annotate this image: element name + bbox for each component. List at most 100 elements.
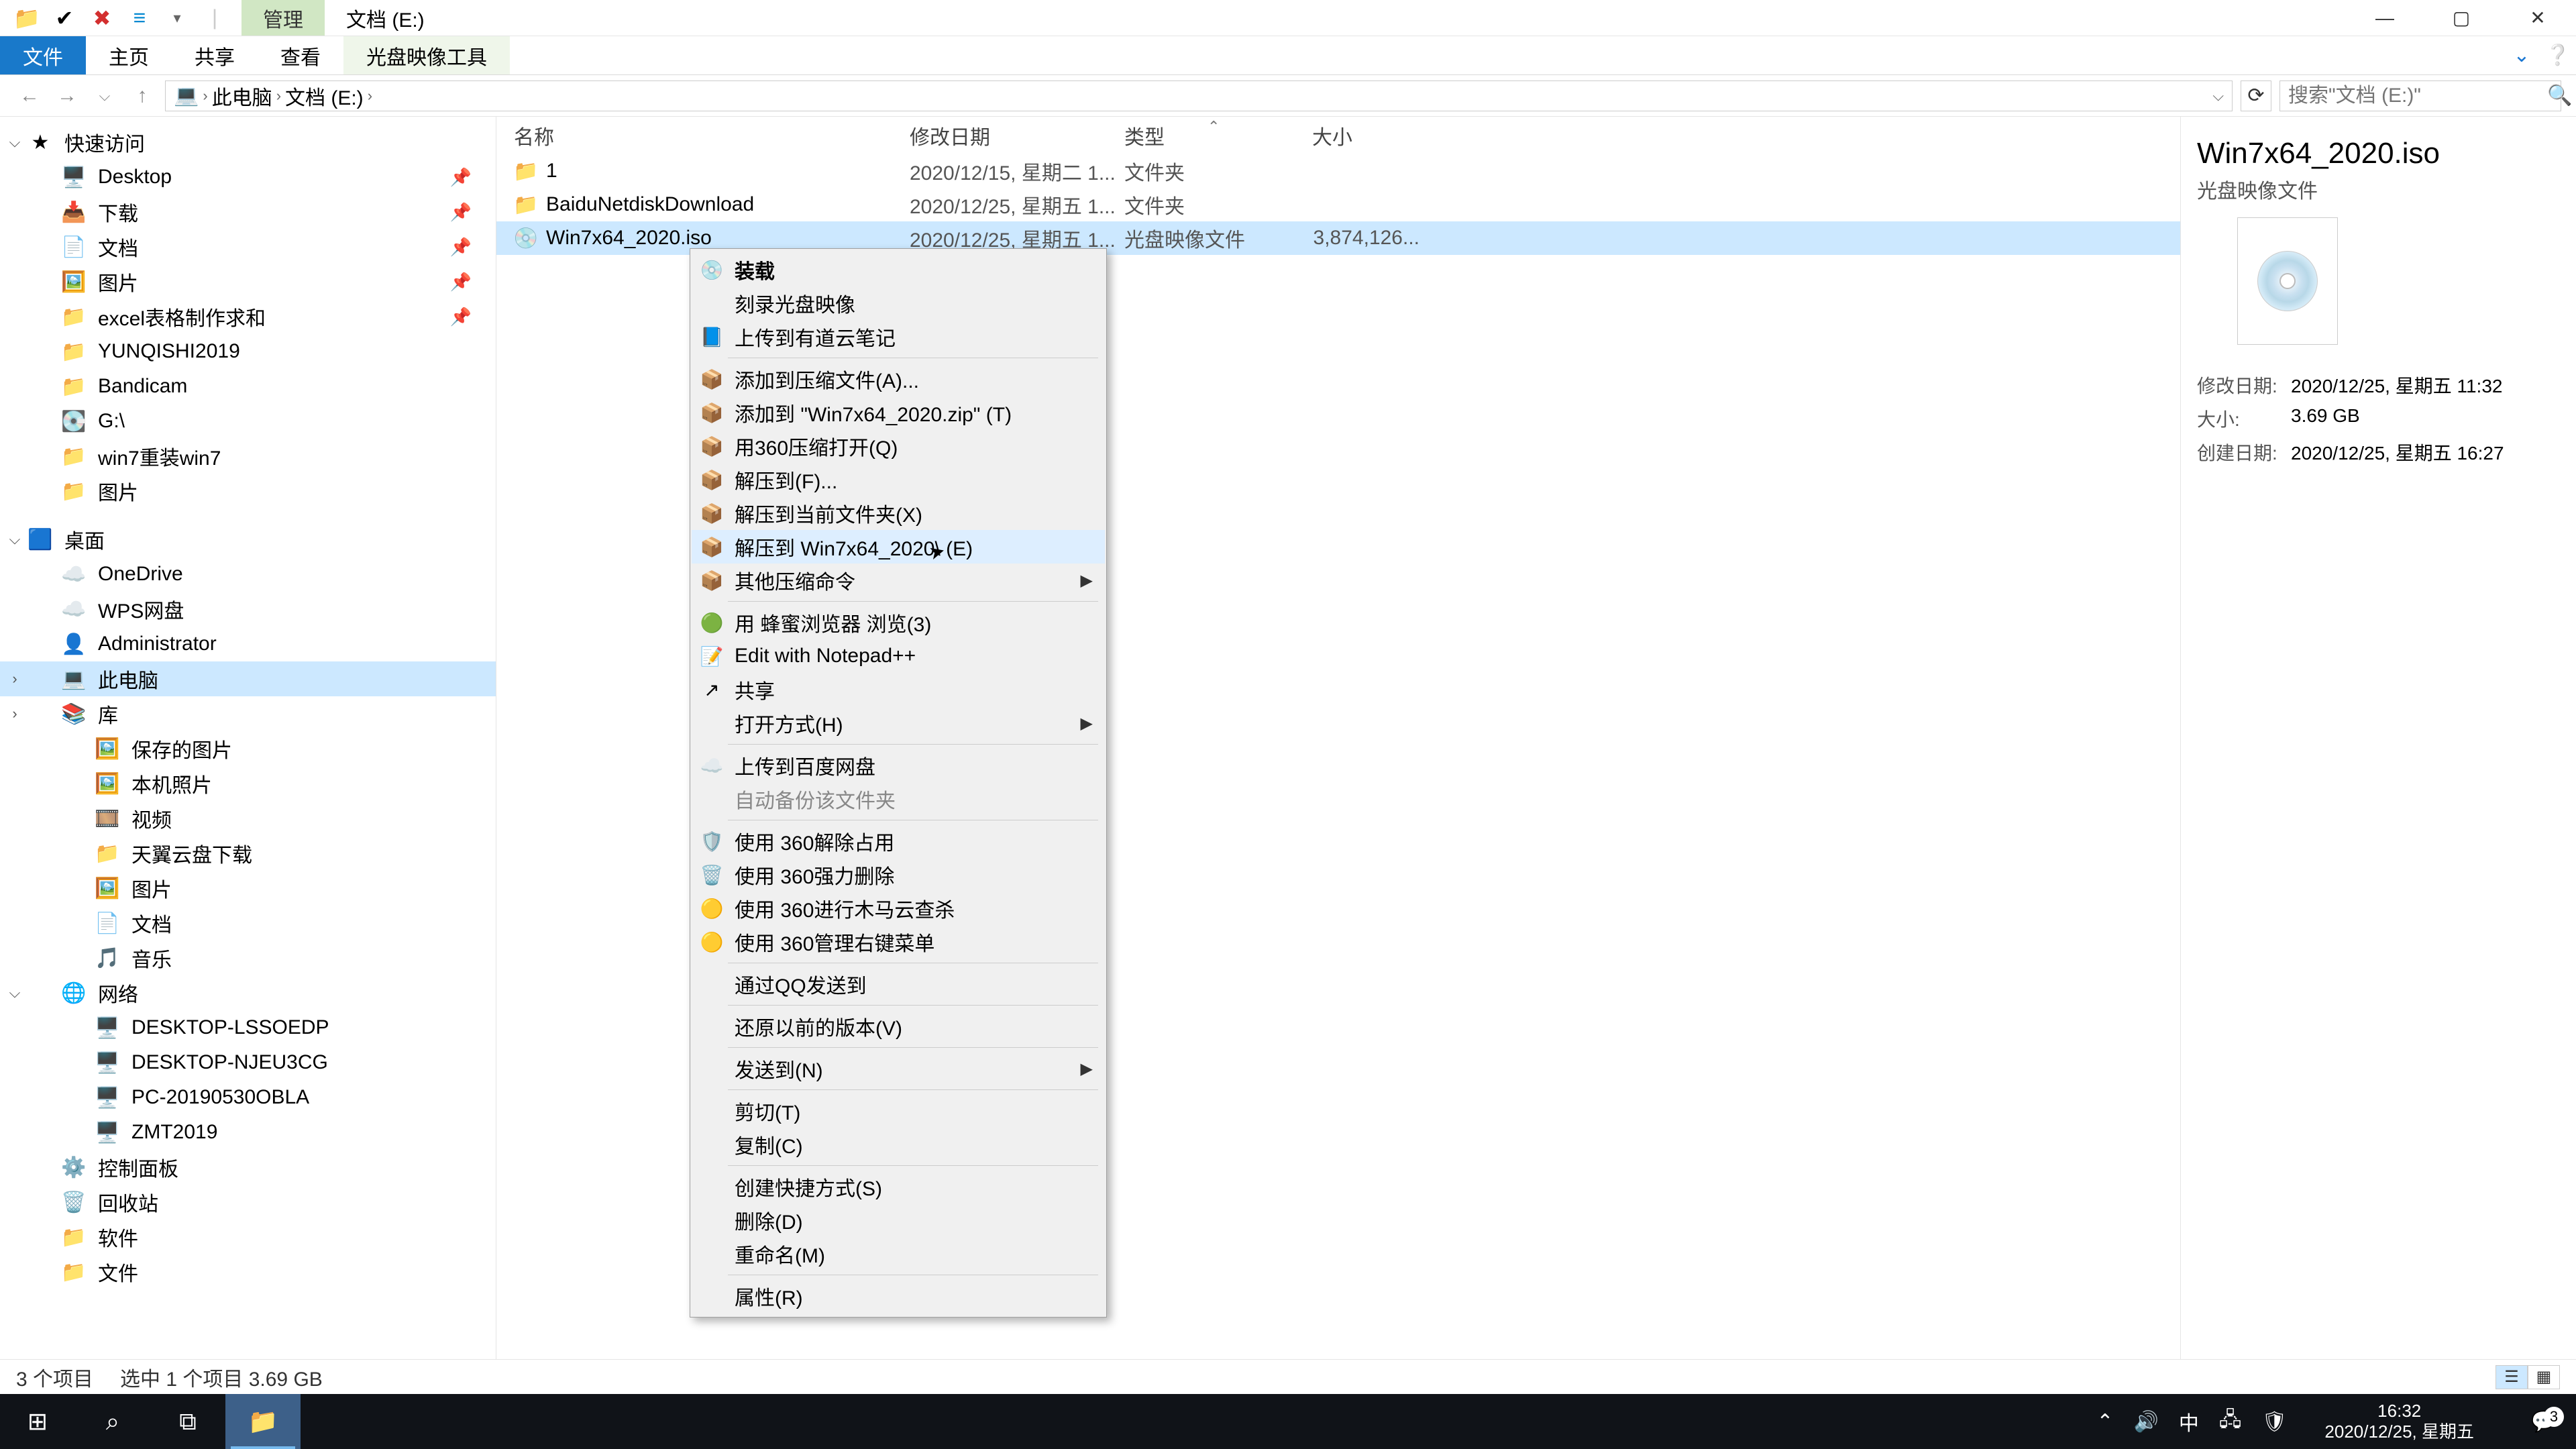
view-details-button[interactable]: ☰ <box>2496 1365 2528 1389</box>
nav-item[interactable]: ⌵★快速访问 <box>0 125 496 160</box>
context-menu-item[interactable]: 复制(C) <box>692 1128 1105 1161</box>
nav-item[interactable]: 📄文档📌 <box>0 229 496 264</box>
context-menu-item[interactable]: ☁️上传到百度网盘 <box>692 749 1105 782</box>
context-menu-item[interactable]: 📦解压到 Win7x64_2020\ (E) <box>692 530 1105 564</box>
nav-item[interactable]: 🖥️PC-20190530OBLA <box>0 1080 496 1115</box>
dropdown-icon[interactable]: ▾ <box>162 6 192 30</box>
context-menu-item[interactable]: 剪切(T) <box>692 1094 1105 1128</box>
tab-file[interactable]: 文件 <box>0 36 86 74</box>
up-button[interactable]: ↑ <box>127 81 157 111</box>
context-menu-item[interactable]: 📘上传到有道云笔记 <box>692 320 1105 354</box>
nav-item[interactable]: 🖥️DESKTOP-LSSOEDP <box>0 1010 496 1045</box>
nav-item[interactable]: 🖥️ZMT2019 <box>0 1115 496 1150</box>
nav-item[interactable]: 📁excel表格制作求和📌 <box>0 299 496 334</box>
nav-item[interactable]: 📁图片 <box>0 474 496 508</box>
nav-item[interactable]: 🖼️图片📌 <box>0 264 496 299</box>
nav-item[interactable]: 🖥️Desktop📌 <box>0 160 496 195</box>
breadcrumb-segment[interactable]: 文档 (E:) <box>285 81 364 111</box>
tab-home[interactable]: 主页 <box>86 36 172 74</box>
context-menu-item[interactable]: 通过QQ发送到 <box>692 967 1105 1001</box>
context-menu-item[interactable]: 📝Edit with Notepad++ <box>692 639 1105 673</box>
context-menu-item[interactable]: 重命名(M) <box>692 1237 1105 1271</box>
context-menu-item[interactable]: 还原以前的版本(V) <box>692 1010 1105 1043</box>
nav-item[interactable]: 🖥️DESKTOP-NJEU3CG <box>0 1045 496 1080</box>
expand-icon[interactable]: ⌵ <box>7 984 23 1002</box>
taskbar-search-button[interactable]: ⌕ <box>75 1394 150 1449</box>
notification-button[interactable]: 💬3 <box>2512 1410 2576 1434</box>
close-icon[interactable]: ✖ <box>87 6 117 30</box>
nav-item[interactable]: 🖼️保存的图片 <box>0 731 496 766</box>
nav-item[interactable]: ⌵🌐网络 <box>0 975 496 1010</box>
context-menu-item[interactable]: ↗共享 <box>692 673 1105 706</box>
context-menu-item[interactable]: 💿装载 <box>692 253 1105 286</box>
context-menu-item[interactable]: 删除(D) <box>692 1203 1105 1237</box>
chevron-right-icon[interactable]: › <box>203 87 207 105</box>
context-menu-item[interactable]: 📦添加到 "Win7x64_2020.zip" (T) <box>692 396 1105 429</box>
expand-icon[interactable]: › <box>7 670 23 688</box>
nav-item[interactable]: 🖼️本机照片 <box>0 766 496 801</box>
chevron-right-icon[interactable]: › <box>368 87 372 105</box>
forward-button[interactable]: → <box>52 81 82 111</box>
nav-item[interactable]: 💽G:\ <box>0 404 496 439</box>
nav-item[interactable]: 📥下载📌 <box>0 195 496 229</box>
tab-share[interactable]: 共享 <box>172 36 258 74</box>
nav-item[interactable]: 📁Bandicam <box>0 369 496 404</box>
volume-icon[interactable]: 🔊 <box>2134 1410 2159 1434</box>
context-menu-item[interactable]: 📦添加到压缩文件(A)... <box>692 362 1105 396</box>
context-menu-item[interactable]: 🛡️使用 360解除占用 <box>692 824 1105 858</box>
nav-item[interactable]: 📁天翼云盘下载 <box>0 836 496 871</box>
close-button[interactable]: ✕ <box>2500 0 2576 36</box>
minimize-button[interactable]: — <box>2347 0 2423 36</box>
expand-icon[interactable]: ⌵ <box>7 133 23 151</box>
nav-item[interactable]: 🎵音乐 <box>0 941 496 975</box>
nav-item[interactable]: ☁️OneDrive <box>0 557 496 592</box>
context-menu-item[interactable]: 打开方式(H)▶ <box>692 706 1105 740</box>
column-name[interactable]: 名称 <box>514 121 910 150</box>
column-size[interactable]: 大小 <box>1312 121 1446 150</box>
nav-item[interactable]: 🗑️回收站 <box>0 1185 496 1220</box>
nav-item[interactable]: 📁win7重装win7 <box>0 439 496 474</box>
context-menu-item[interactable]: 📦用360压缩打开(Q) <box>692 429 1105 463</box>
tab-disc-image-tools[interactable]: 光盘映像工具 <box>343 36 510 74</box>
start-button[interactable]: ⊞ <box>0 1394 75 1449</box>
ribbon-collapse-icon[interactable]: ⌄ <box>2504 44 2540 67</box>
nav-item[interactable]: ⌵🟦桌面 <box>0 522 496 557</box>
save-icon[interactable]: ✔ <box>50 6 79 30</box>
context-menu-item[interactable]: 属性(R) <box>692 1279 1105 1313</box>
expand-icon[interactable]: › <box>7 705 23 722</box>
task-view-button[interactable]: ⧉ <box>150 1394 225 1449</box>
context-menu-item[interactable]: 📦其他压缩命令▶ <box>692 564 1105 597</box>
security-icon[interactable]: 🛡 <box>2261 1410 2287 1434</box>
file-row[interactable]: 📁12020/12/15, 星期二 1...文件夹 <box>496 154 2180 188</box>
nav-item[interactable]: 🎞️视频 <box>0 801 496 836</box>
search-input[interactable] <box>2288 85 2547 107</box>
breadcrumb[interactable]: 💻 › 此电脑 › 文档 (E:) › ⌵ <box>165 80 2233 111</box>
taskbar-clock[interactable]: 16:32 2020/12/25, 星期五 <box>2307 1401 2491 1442</box>
expand-icon[interactable]: ⌵ <box>7 531 23 548</box>
check-icon[interactable]: ≡ <box>125 6 154 30</box>
nav-item[interactable]: ›📚库 <box>0 696 496 731</box>
help-icon[interactable]: ❔ <box>2540 44 2576 67</box>
search-box[interactable]: 🔍 <box>2279 80 2561 111</box>
refresh-button[interactable]: ⟳ <box>2241 80 2271 111</box>
nav-item[interactable]: 📁软件 <box>0 1220 496 1254</box>
column-date[interactable]: 修改日期 <box>910 121 1124 150</box>
context-menu-item[interactable]: 创建快捷方式(S) <box>692 1170 1105 1203</box>
view-icons-button[interactable]: ▦ <box>2528 1365 2560 1389</box>
search-icon[interactable]: 🔍 <box>2547 84 2572 107</box>
nav-item[interactable]: ›💻此电脑 <box>0 661 496 696</box>
context-menu-item[interactable]: 🟢用 蜂蜜浏览器 浏览(3) <box>692 606 1105 639</box>
context-menu-item[interactable]: 🟡使用 360进行木马云查杀 <box>692 892 1105 925</box>
network-icon[interactable]: 🖧 <box>2219 1405 2241 1439</box>
nav-item[interactable]: 👤Administrator <box>0 627 496 661</box>
file-row[interactable]: 📁BaiduNetdiskDownload2020/12/25, 星期五 1..… <box>496 188 2180 221</box>
context-tab-manage[interactable]: 管理 <box>241 0 325 36</box>
context-menu-item[interactable]: 📦解压到当前文件夹(X) <box>692 496 1105 530</box>
context-menu-item[interactable]: 🟡使用 360管理右键菜单 <box>692 925 1105 959</box>
maximize-button[interactable]: ▢ <box>2423 0 2500 36</box>
breadcrumb-segment[interactable]: 此电脑 <box>212 81 272 111</box>
history-dropdown[interactable]: ⌵ <box>90 81 119 111</box>
back-button[interactable]: ← <box>15 81 44 111</box>
nav-item[interactable]: 📁YUNQISHI2019 <box>0 334 496 369</box>
nav-item[interactable]: 🖼️图片 <box>0 871 496 906</box>
